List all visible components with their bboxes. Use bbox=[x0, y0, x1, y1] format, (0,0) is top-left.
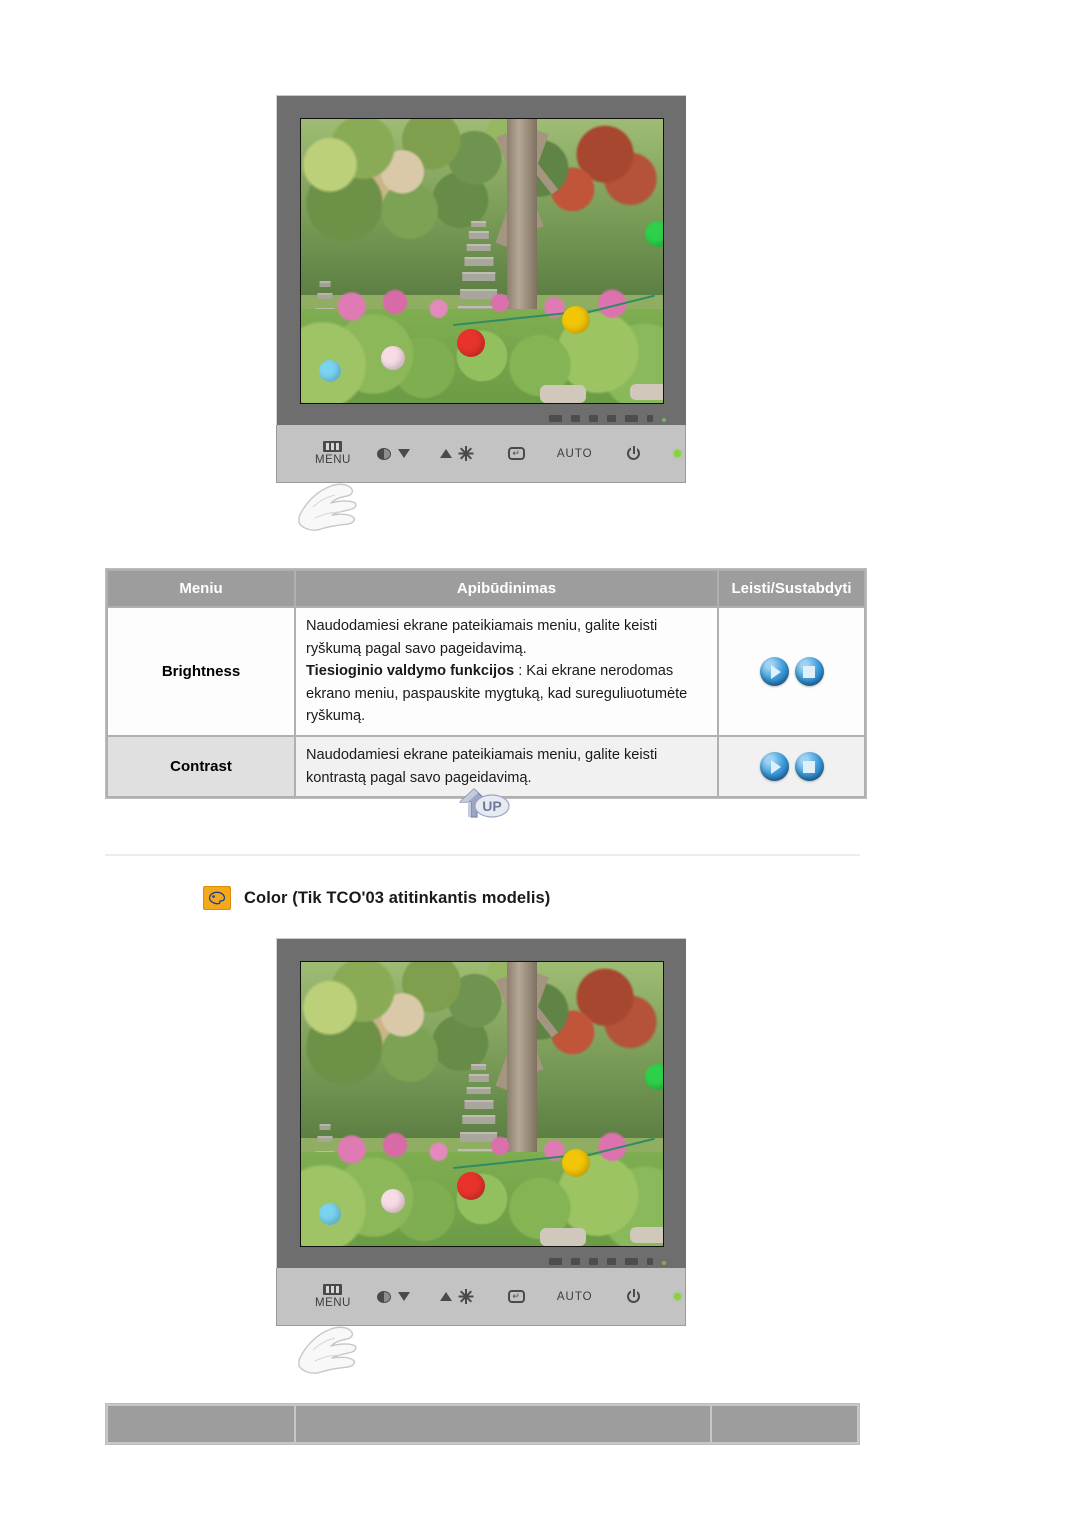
power-button[interactable] bbox=[626, 1289, 640, 1303]
monitor-bezel bbox=[276, 938, 686, 1268]
contrast-down-button[interactable] bbox=[376, 447, 410, 460]
brightness-up-button[interactable] bbox=[439, 1289, 474, 1304]
power-led-icon bbox=[673, 1293, 681, 1300]
column-header-description: Apibūdinimas bbox=[296, 571, 717, 606]
menu-button-label: MENU bbox=[315, 454, 351, 466]
arrow-up-icon bbox=[439, 449, 452, 458]
auto-button[interactable]: AUTO bbox=[557, 448, 593, 460]
menu-icon bbox=[323, 441, 343, 452]
auto-button[interactable]: AUTO bbox=[557, 1291, 593, 1303]
play-icon[interactable] bbox=[759, 752, 789, 782]
enter-source-button[interactable]: ↵ bbox=[507, 1290, 525, 1303]
garden-photo bbox=[301, 962, 663, 1246]
up-button[interactable]: UP bbox=[455, 787, 513, 819]
power-led bbox=[673, 1293, 681, 1300]
contrast-icon bbox=[376, 447, 391, 460]
menu-button[interactable]: MENU bbox=[315, 1284, 351, 1309]
auto-button-label: AUTO bbox=[556, 447, 593, 460]
row-menu-label-contrast: Contrast bbox=[108, 737, 294, 797]
row-description-brightness: Naudodamiesi ekrane pateikiamais meniu, … bbox=[296, 608, 717, 736]
row-actions-brightness bbox=[719, 608, 864, 736]
menu-button[interactable]: MENU bbox=[315, 441, 351, 466]
monitor-illustration-color: MENU ↵ AUTO bbox=[276, 938, 686, 1374]
lantern-red bbox=[456, 1172, 485, 1201]
section-title: Color (Tik TCO'03 atitinkantis modelis) bbox=[244, 888, 551, 907]
color-palette-icon bbox=[203, 886, 231, 910]
stub-cell-description bbox=[296, 1406, 710, 1442]
power-led-icon bbox=[673, 450, 681, 457]
contrast-down-button[interactable] bbox=[376, 1290, 410, 1303]
lantern-pink bbox=[380, 346, 405, 371]
menu-button-label: MENU bbox=[315, 1297, 351, 1309]
description-bold-label: Tiesioginio valdymo funkcijos bbox=[306, 663, 515, 680]
settings-table: Meniu Apibūdinimas Leisti/Sustabdyti Bri… bbox=[105, 568, 867, 800]
power-button[interactable] bbox=[626, 446, 640, 460]
enter-source-button[interactable]: ↵ bbox=[507, 447, 525, 460]
lantern-yellow bbox=[561, 1149, 590, 1178]
monitor-control-panel: MENU ↵ AUTO bbox=[276, 1268, 686, 1374]
arrow-down-icon bbox=[397, 449, 410, 458]
bezel-osd-labels bbox=[549, 1258, 666, 1265]
monitor-screen bbox=[300, 118, 664, 404]
next-table-header-stub bbox=[105, 1403, 860, 1445]
hand-cursor-illustration bbox=[298, 1326, 357, 1374]
brightness-icon bbox=[458, 446, 474, 461]
description-paragraph-1: Naudodamiesi ekrane pateikiamais meniu, … bbox=[306, 618, 658, 657]
row-menu-label-brightness: Brightness bbox=[108, 608, 294, 736]
auto-button-label: AUTO bbox=[556, 1290, 593, 1303]
monitor-screen bbox=[300, 961, 664, 1247]
stub-cell-menu bbox=[108, 1406, 294, 1442]
power-icon bbox=[626, 1289, 640, 1303]
garden-photo bbox=[301, 119, 663, 403]
up-button-label: UP bbox=[482, 798, 501, 814]
power-led bbox=[673, 450, 681, 457]
enter-icon: ↵ bbox=[507, 1290, 525, 1303]
section-divider bbox=[105, 854, 860, 856]
power-icon bbox=[626, 446, 640, 460]
column-header-play-stop: Leisti/Sustabdyti bbox=[719, 571, 864, 606]
contrast-icon bbox=[376, 1290, 391, 1303]
table-header-row: Meniu Apibūdinimas Leisti/Sustabdyti bbox=[108, 571, 864, 606]
hand-cursor-illustration bbox=[298, 483, 357, 531]
lantern-yellow bbox=[561, 306, 590, 335]
lantern-red bbox=[456, 329, 485, 358]
bezel-osd-labels bbox=[549, 415, 666, 422]
play-icon[interactable] bbox=[759, 657, 789, 687]
stub-cell-play-stop bbox=[712, 1406, 857, 1442]
monitor-bezel bbox=[276, 95, 686, 425]
stop-icon[interactable] bbox=[794, 657, 824, 687]
lantern-pink bbox=[380, 1189, 405, 1214]
arrow-up-icon bbox=[439, 1292, 452, 1301]
brightness-icon bbox=[458, 1289, 474, 1304]
table-row-brightness: Brightness Naudodamiesi ekrane pateikiam… bbox=[108, 608, 864, 736]
section-heading-color: Color (Tik TCO'03 atitinkantis modelis) bbox=[203, 886, 550, 910]
brightness-up-button[interactable] bbox=[439, 446, 474, 461]
stop-icon[interactable] bbox=[794, 752, 824, 782]
settings-table-wrapper: Meniu Apibūdinimas Leisti/Sustabdyti Bri… bbox=[105, 568, 867, 800]
menu-icon bbox=[323, 1284, 343, 1295]
column-header-menu: Meniu bbox=[108, 571, 294, 606]
monitor-control-panel: MENU ↵ AUTO bbox=[276, 425, 686, 531]
row-actions-contrast bbox=[719, 737, 864, 797]
manual-page: MENU ↵ AUTO Meniu Apibūdinimas Leisti/Su… bbox=[0, 0, 1080, 1528]
arrow-down-icon bbox=[397, 1292, 410, 1301]
monitor-illustration-brightness: MENU ↵ AUTO bbox=[276, 95, 686, 531]
enter-icon: ↵ bbox=[507, 447, 525, 460]
